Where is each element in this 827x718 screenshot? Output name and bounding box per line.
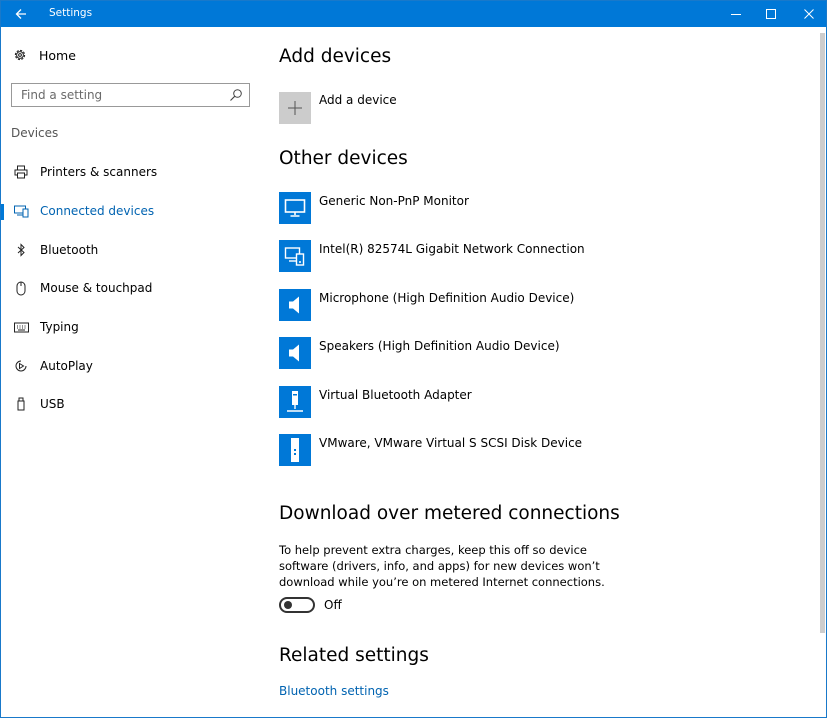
bluetooth-icon [13,242,29,258]
disk-icon [291,437,299,462]
adapter-icon [287,390,303,412]
nav-item-usb[interactable]: USB [1,385,263,424]
device-name: Speakers (High Definition Audio Device) [319,339,560,354]
add-device-button[interactable]: Add a device [279,92,397,124]
back-button[interactable] [1,1,41,27]
device-tile [279,288,311,321]
nav-item-bluetooth[interactable]: Bluetooth [1,230,263,269]
nav-item-label: USB [40,397,65,412]
back-arrow-icon [15,9,26,19]
nav-item-typing[interactable]: Typing [1,308,263,347]
device-tile [279,240,311,273]
device-item[interactable]: Intel(R) 82574L Gigabit Network Connecti… [279,240,585,288]
device-item[interactable]: Generic Non-PnP Monitor [279,192,585,240]
usb-icon [13,396,29,412]
add-device-tile [279,92,311,124]
monitor-icon [284,199,306,217]
maximize-icon [766,9,776,19]
connected-devices-icon [13,203,29,219]
search-icon [230,89,242,101]
home-label: Home [39,47,76,63]
toggle-knob [284,601,292,609]
device-name: Virtual Bluetooth Adapter [319,387,472,402]
device-name: VMware, VMware Virtual S SCSI Disk Devic… [319,435,583,450]
nav-item-label: Bluetooth [40,242,99,257]
search-input[interactable] [12,84,222,106]
device-tile [279,385,311,418]
device-tile [279,433,311,466]
minimize-icon [731,14,741,15]
device-item[interactable]: Speakers (High Definition Audio Device) [279,337,585,385]
speaker-icon [289,296,299,314]
device-list: Generic Non-PnP Monitor Intel(R) 82574L … [279,192,585,482]
scrollbar-thumb[interactable] [820,33,825,633]
nav-item-autoplay[interactable]: AutoPlay [1,346,263,385]
device-name: Intel(R) 82574L Gigabit Network Connecti… [319,242,585,257]
metered-heading: Download over metered connections [279,503,620,524]
metered-description: To help prevent extra charges, keep this… [279,543,605,589]
settings-window: Settings Home Find a setting Devices Pri… [0,0,827,718]
section-label: Devices [11,126,59,140]
device-tile [279,192,311,224]
autoplay-icon [13,358,29,374]
device-item[interactable]: VMware, VMware Virtual S SCSI Disk Devic… [279,433,585,482]
close-icon [804,9,814,19]
toggle-state-label: Off [324,598,342,612]
nav-item-label: Printers & scanners [40,165,158,180]
search-box[interactable] [11,83,250,107]
nav-item-printers-scanners[interactable]: Printers & scanners [1,153,263,192]
device-tile [279,337,311,370]
add-device-label: Add a device [319,93,397,107]
home-nav-item[interactable]: Home [12,47,76,63]
close-button[interactable] [790,1,826,27]
device-name: Microphone (High Definition Audio Device… [319,290,575,305]
network-icon [284,247,305,267]
nav-item-mouse-touchpad[interactable]: Mouse & touchpad [1,269,263,308]
add-devices-heading: Add devices [279,46,392,67]
related-settings-heading: Related settings [279,645,429,666]
maximize-button[interactable] [752,1,790,27]
nav-item-label: Mouse & touchpad [40,281,153,296]
scrollbar[interactable] [818,27,826,717]
minimize-button[interactable] [717,1,755,27]
printer-icon [13,164,29,180]
gear-icon [12,47,28,63]
main-content: Add devices Add a device Other devices G… [279,27,809,717]
speaker-icon [289,344,299,362]
nav-item-label: Connected devices [40,204,155,219]
nav-item-label: Typing [40,320,79,335]
other-devices-heading: Other devices [279,148,408,169]
title-bar: Settings [1,1,826,27]
device-item[interactable]: Microphone (High Definition Audio Device… [279,288,585,337]
device-item[interactable]: Virtual Bluetooth Adapter [279,385,585,434]
plus-icon [288,101,302,115]
nav-list: Printers & scanners Connected devices Bl… [1,153,263,424]
mouse-icon [13,280,29,296]
nav-item-label: AutoPlay [40,358,93,373]
nav-item-connected-devices[interactable]: Connected devices [1,192,263,231]
metered-toggle[interactable] [279,597,315,613]
device-name: Generic Non-PnP Monitor [319,194,469,208]
metered-toggle-row: Off [279,597,342,613]
window-title: Settings [49,7,93,19]
keyboard-icon [13,319,29,335]
sidebar: Home Devices Printers & scanners [1,27,263,717]
bluetooth-settings-link[interactable]: Bluetooth settings [279,684,389,698]
